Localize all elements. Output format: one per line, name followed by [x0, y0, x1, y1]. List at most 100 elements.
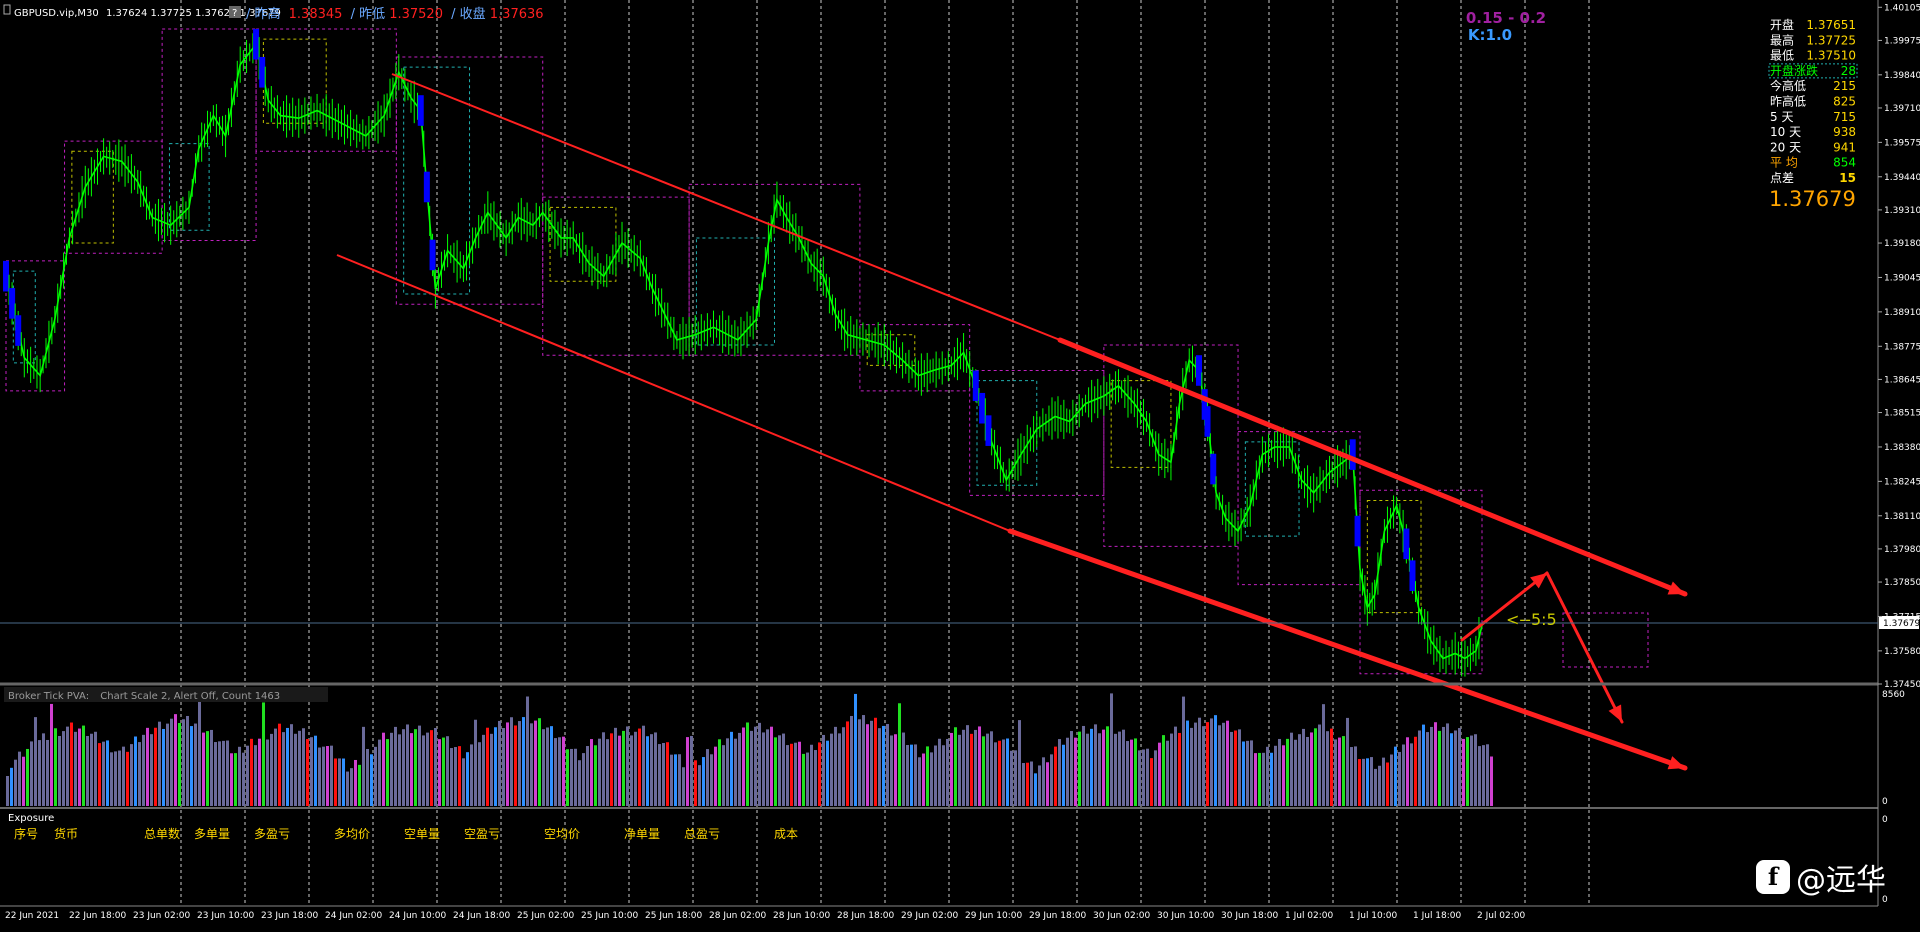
- volume-bar: [850, 715, 853, 806]
- time-axis-tick-label: 23 Jun 18:00: [261, 911, 318, 921]
- volume-bar: [90, 733, 93, 806]
- volume-bar: [366, 748, 369, 806]
- volume-bar: [698, 765, 701, 806]
- price-axis-tick-label: 1.40105: [1884, 3, 1920, 13]
- volume-bar: [1282, 745, 1285, 806]
- info-row-value: 715: [1833, 110, 1856, 124]
- time-axis-tick-label: 28 Jun 02:00: [709, 911, 766, 921]
- volume-bar: [346, 771, 349, 806]
- volume-bar: [1014, 750, 1017, 806]
- chart-help-icon[interactable]: ?: [232, 8, 237, 19]
- volume-bar: [922, 753, 925, 806]
- volume-bar: [1362, 758, 1365, 806]
- volume-bar: [810, 744, 813, 806]
- volume-bar: [762, 732, 765, 806]
- volume-bar: [654, 732, 657, 806]
- time-axis-tick-label: 30 Jun 10:00: [1157, 911, 1214, 921]
- volume-bar: [454, 747, 457, 806]
- price-axis-tick-label: 1.39575: [1884, 138, 1920, 148]
- volume-bar: [618, 735, 621, 806]
- volume-bar: [130, 744, 133, 806]
- bear-candle-body: [3, 260, 9, 292]
- volume-bar: [1174, 726, 1177, 806]
- volume-bar: [482, 734, 485, 806]
- volume-bar: [306, 739, 309, 806]
- volume-bar: [642, 725, 645, 806]
- volume-bar: [178, 723, 181, 806]
- volume-bar: [1066, 737, 1069, 806]
- volume-bar: [1246, 740, 1249, 806]
- volume-bar: [30, 741, 33, 806]
- time-axis-tick-label: 25 Jun 10:00: [581, 911, 638, 921]
- volume-bar: [94, 731, 97, 806]
- volume-bar: [174, 714, 177, 806]
- volume-bar: [1390, 754, 1393, 806]
- volume-bar: [206, 731, 209, 806]
- info-row-value: 1.37510: [1806, 49, 1856, 63]
- volume-bar: [202, 732, 205, 806]
- volume-bar: [410, 733, 413, 806]
- volume-bar: [70, 722, 73, 806]
- volume-bar: [1102, 729, 1105, 806]
- volume-bar: [138, 742, 141, 806]
- volume-bar: [254, 745, 257, 806]
- volume-bar: [842, 727, 845, 806]
- volume-bar: [1038, 765, 1041, 806]
- volume-bar: [298, 730, 301, 806]
- volume-bar: [518, 721, 521, 806]
- volume-bar: [270, 733, 273, 806]
- volume-bar: [1030, 761, 1033, 806]
- volume-bar: [250, 738, 253, 806]
- volume-bar: [718, 739, 721, 806]
- volume-bar: [1462, 738, 1465, 806]
- volume-bar: [858, 719, 861, 806]
- volume-bar: [1258, 752, 1261, 806]
- volume-bar: [390, 732, 393, 806]
- time-axis-tick-label: 1 Jul 10:00: [1349, 911, 1398, 921]
- volume-panel-settings: Chart Scale 2, Alert Off, Count 1463: [100, 691, 280, 702]
- volume-bar: [1434, 722, 1437, 806]
- volume-bar: [1326, 731, 1329, 806]
- volume-bar: [1094, 724, 1097, 806]
- volume-bar: [1206, 722, 1209, 806]
- volume-bar: [58, 735, 61, 806]
- volume-bar: [758, 722, 761, 806]
- volume-bar: [426, 732, 429, 806]
- volume-bar: [1054, 746, 1057, 806]
- volume-bar: [54, 728, 57, 806]
- volume-bar: [1330, 728, 1333, 806]
- volume-bar: [1238, 729, 1241, 806]
- volume-bar: [142, 734, 145, 806]
- volume-bar: [1458, 728, 1461, 806]
- volume-bar: [934, 745, 937, 806]
- volume-bar: [222, 740, 225, 806]
- volume-bar: [1230, 731, 1233, 806]
- volume-bar: [538, 718, 541, 806]
- volume-bar: [634, 731, 637, 806]
- volume-bar: [970, 733, 973, 806]
- volume-bar: [74, 731, 77, 806]
- volume-panel-title: Broker Tick PVA:: [8, 691, 89, 702]
- volume-bar: [358, 764, 361, 806]
- volume-bar: [1034, 773, 1037, 806]
- volume-bar: [18, 751, 21, 806]
- volume-bar: [626, 726, 629, 806]
- volume-bar: [1482, 745, 1485, 806]
- price-axis-tick-label: 1.38380: [1884, 443, 1920, 453]
- volume-bar: [1338, 737, 1341, 806]
- volume-bar: [1422, 724, 1425, 806]
- volume-bar: [1186, 720, 1189, 806]
- volume-bar: [598, 738, 601, 806]
- volume-bar: [790, 743, 793, 806]
- info-row-value: 825: [1833, 95, 1856, 109]
- volume-bar: [870, 720, 873, 806]
- exposure-header: 多单量: [194, 827, 230, 841]
- volume-bar: [1118, 731, 1121, 806]
- volume-bar: [82, 725, 85, 806]
- volume-bar: [1350, 747, 1353, 806]
- volume-bar: [330, 745, 333, 806]
- bear-candle-body: [15, 315, 22, 346]
- bear-candle-body: [1210, 453, 1217, 485]
- volume-bar: [534, 720, 537, 806]
- volume-bar: [926, 746, 929, 806]
